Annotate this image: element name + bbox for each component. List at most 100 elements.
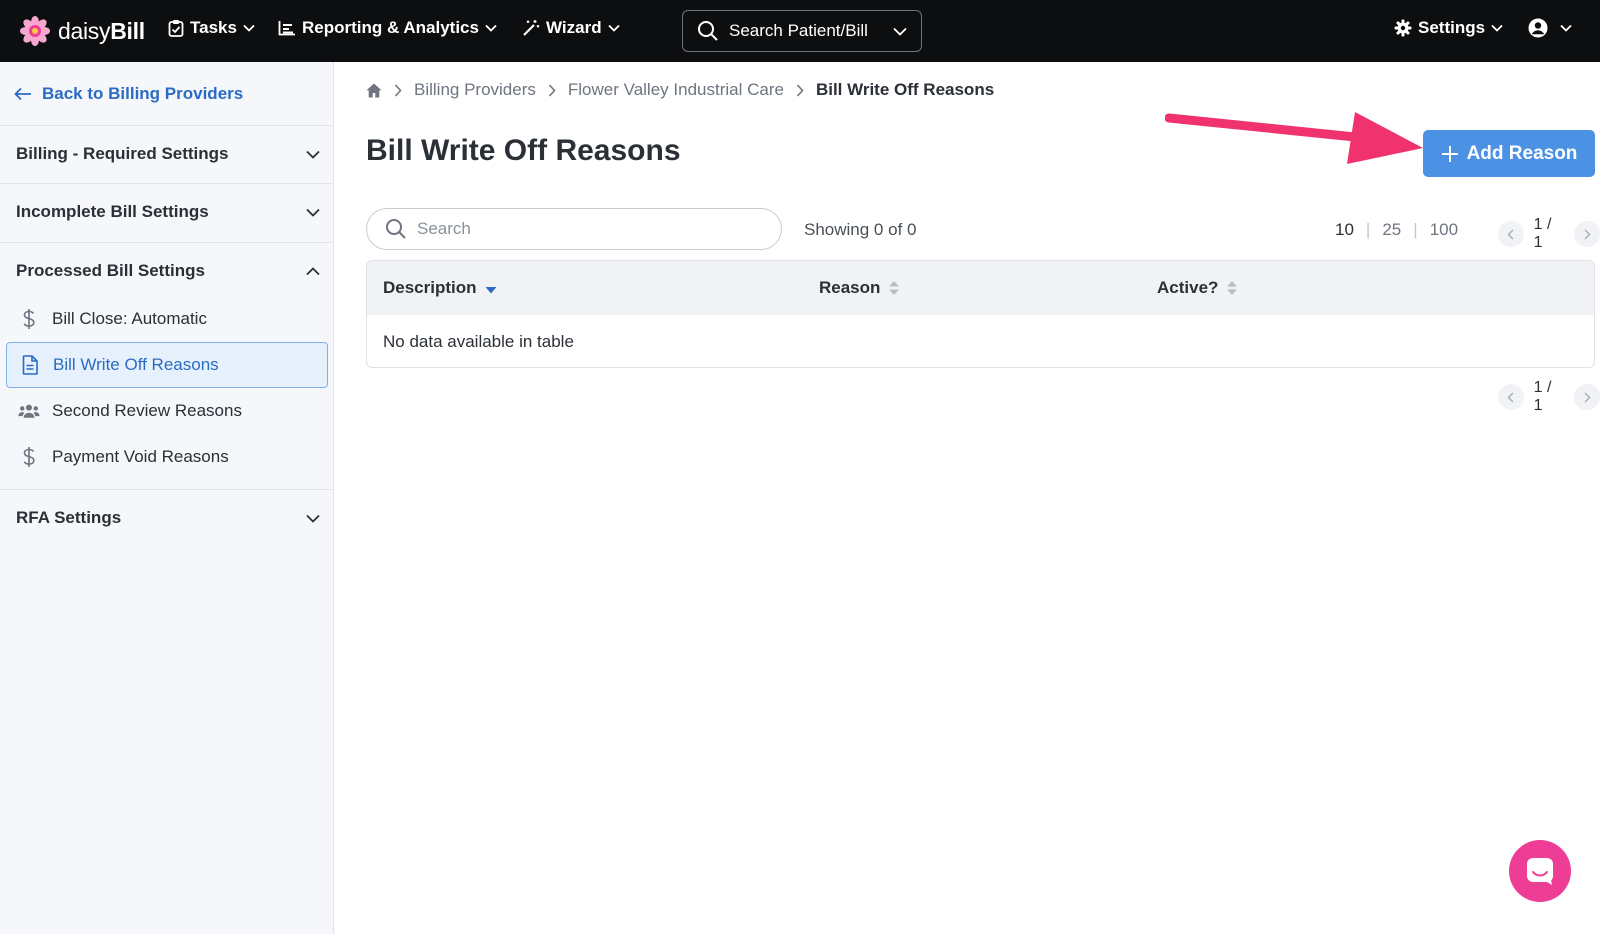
column-label: Description bbox=[383, 278, 477, 297]
chat-bubble-icon bbox=[1527, 858, 1553, 885]
section-label: Processed Bill Settings bbox=[16, 261, 205, 280]
back-to-billing-providers-link[interactable]: Back to Billing Providers bbox=[14, 84, 243, 104]
chevron-down-icon bbox=[1491, 24, 1503, 32]
sort-icon bbox=[1227, 281, 1238, 295]
column-label: Active? bbox=[1157, 278, 1219, 297]
page-size-selector: 10 | 25 | 100 bbox=[1335, 220, 1458, 240]
back-link-label: Back to Billing Providers bbox=[42, 84, 244, 103]
sidebar-divider bbox=[0, 242, 334, 243]
chevron-down-icon bbox=[306, 208, 320, 217]
sidebar-section-incomplete-bill[interactable]: Incomplete Bill Settings bbox=[16, 202, 320, 222]
add-reason-label: Add Reason bbox=[1466, 142, 1578, 164]
breadcrumb-current: Bill Write Off Reasons bbox=[815, 80, 995, 99]
chevron-down-icon bbox=[306, 514, 320, 523]
section-label: Incomplete Bill Settings bbox=[16, 202, 209, 221]
dollar-sign-icon bbox=[18, 308, 40, 330]
column-header-active[interactable]: Active? bbox=[1157, 278, 1238, 298]
sidebar-section-rfa-settings[interactable]: RFA Settings bbox=[16, 508, 320, 528]
chevron-down-icon bbox=[306, 150, 320, 159]
chevron-down-icon bbox=[1560, 24, 1572, 32]
user-avatar-icon bbox=[1528, 18, 1548, 38]
next-page-button[interactable] bbox=[1574, 221, 1600, 247]
chevron-left-icon bbox=[1507, 392, 1514, 402]
nav-settings-label: Settings bbox=[1418, 18, 1486, 37]
next-page-button[interactable] bbox=[1574, 384, 1600, 410]
dollar-sign-icon bbox=[18, 446, 40, 468]
separator: | bbox=[1413, 220, 1418, 239]
section-label: RFA Settings bbox=[16, 508, 122, 527]
prev-page-button[interactable] bbox=[1498, 384, 1524, 410]
chevron-right-icon bbox=[548, 83, 556, 97]
sort-icon bbox=[889, 281, 900, 295]
chevron-down-icon bbox=[485, 24, 497, 32]
chevron-up-icon bbox=[306, 266, 320, 275]
sidebar-item-label: Bill Close: Automatic bbox=[52, 309, 207, 328]
column-header-description[interactable]: Description bbox=[383, 278, 497, 298]
annotation-arrow bbox=[1165, 112, 1423, 164]
breadcrumb: Billing Providers Flower Valley Industri… bbox=[366, 80, 994, 100]
page-size-25[interactable]: 25 bbox=[1382, 220, 1401, 240]
sidebar-divider bbox=[0, 125, 334, 126]
nav-reporting-label: Reporting & Analytics bbox=[302, 18, 479, 37]
sidebar-item-bill-write-off-reasons[interactable]: Bill Write Off Reasons bbox=[6, 342, 328, 388]
search-patient-label: Search Patient/Bill bbox=[729, 21, 868, 40]
table-search bbox=[366, 208, 782, 250]
pager-top: 1 / 1 bbox=[1498, 216, 1600, 252]
gear-icon bbox=[1394, 19, 1412, 37]
plus-icon bbox=[1441, 145, 1458, 162]
sidebar-item-label: Second Review Reasons bbox=[52, 401, 242, 420]
sidebar-item-payment-void-reasons[interactable]: Payment Void Reasons bbox=[6, 434, 328, 480]
chevron-down-icon bbox=[607, 24, 620, 32]
chevron-right-icon bbox=[1584, 392, 1591, 402]
settings-sidebar: Back to Billing Providers Billing - Requ… bbox=[0, 62, 334, 934]
nav-settings[interactable]: Settings bbox=[1394, 18, 1503, 38]
column-label: Reason bbox=[819, 278, 881, 297]
magic-wand-icon bbox=[523, 20, 540, 36]
breadcrumb-billing-providers[interactable]: Billing Providers bbox=[414, 80, 536, 100]
page-size-100[interactable]: 100 bbox=[1430, 220, 1458, 240]
search-patient-bill-button[interactable]: Search Patient/Bill bbox=[682, 10, 922, 52]
nav-wizard[interactable]: Wizard bbox=[522, 18, 620, 38]
chevron-right-icon bbox=[1584, 229, 1591, 239]
prev-page-button[interactable] bbox=[1498, 221, 1524, 247]
chat-support-button[interactable] bbox=[1509, 840, 1571, 902]
search-icon bbox=[698, 21, 718, 41]
top-navbar: daisyBill Tasks Reporting & Analytics Wi… bbox=[0, 0, 1600, 62]
column-header-reason[interactable]: Reason bbox=[819, 278, 900, 298]
home-icon[interactable] bbox=[366, 83, 382, 98]
sidebar-item-bill-close-automatic[interactable]: Bill Close: Automatic bbox=[6, 296, 328, 342]
sidebar-item-second-review-reasons[interactable]: Second Review Reasons bbox=[6, 388, 328, 434]
nav-user-menu[interactable] bbox=[1528, 18, 1572, 38]
arrow-left-icon bbox=[14, 87, 31, 101]
sidebar-item-label: Bill Write Off Reasons bbox=[53, 355, 219, 374]
sidebar-divider bbox=[0, 183, 334, 184]
showing-count: Showing 0 of 0 bbox=[804, 220, 917, 239]
page-size-10[interactable]: 10 bbox=[1335, 220, 1354, 240]
sidebar-item-label: Payment Void Reasons bbox=[52, 447, 229, 466]
chevron-left-icon bbox=[1507, 229, 1514, 239]
search-icon bbox=[386, 219, 406, 239]
sidebar-section-processed-bill[interactable]: Processed Bill Settings bbox=[16, 261, 320, 281]
users-group-icon bbox=[18, 400, 40, 422]
page-indicator: 1 / 1 bbox=[1533, 379, 1552, 414]
chevron-down-icon bbox=[243, 24, 255, 32]
sort-desc-icon bbox=[485, 287, 497, 294]
search-input[interactable] bbox=[417, 219, 757, 239]
write-off-reasons-table: Description Reason Active? No data avail… bbox=[366, 260, 1595, 368]
chevron-right-icon bbox=[796, 83, 804, 97]
sidebar-divider bbox=[0, 489, 334, 490]
daisybill-logo[interactable]: daisyBill bbox=[20, 16, 145, 46]
chevron-down-icon bbox=[893, 27, 907, 36]
breadcrumb-provider[interactable]: Flower Valley Industrial Care bbox=[568, 80, 784, 100]
add-reason-button[interactable]: Add Reason bbox=[1423, 130, 1595, 177]
bar-chart-icon bbox=[278, 21, 295, 36]
nav-reporting-analytics[interactable]: Reporting & Analytics bbox=[278, 18, 497, 38]
document-icon bbox=[19, 354, 41, 376]
separator: | bbox=[1365, 220, 1371, 239]
table-header: Description Reason Active? bbox=[367, 261, 1594, 315]
daisy-flower-icon bbox=[20, 16, 50, 46]
sidebar-section-billing-required[interactable]: Billing - Required Settings bbox=[16, 144, 320, 164]
nav-tasks[interactable]: Tasks bbox=[168, 18, 255, 38]
logo-text: daisyBill bbox=[58, 17, 145, 44]
table-empty-row: No data available in table bbox=[367, 315, 1594, 367]
